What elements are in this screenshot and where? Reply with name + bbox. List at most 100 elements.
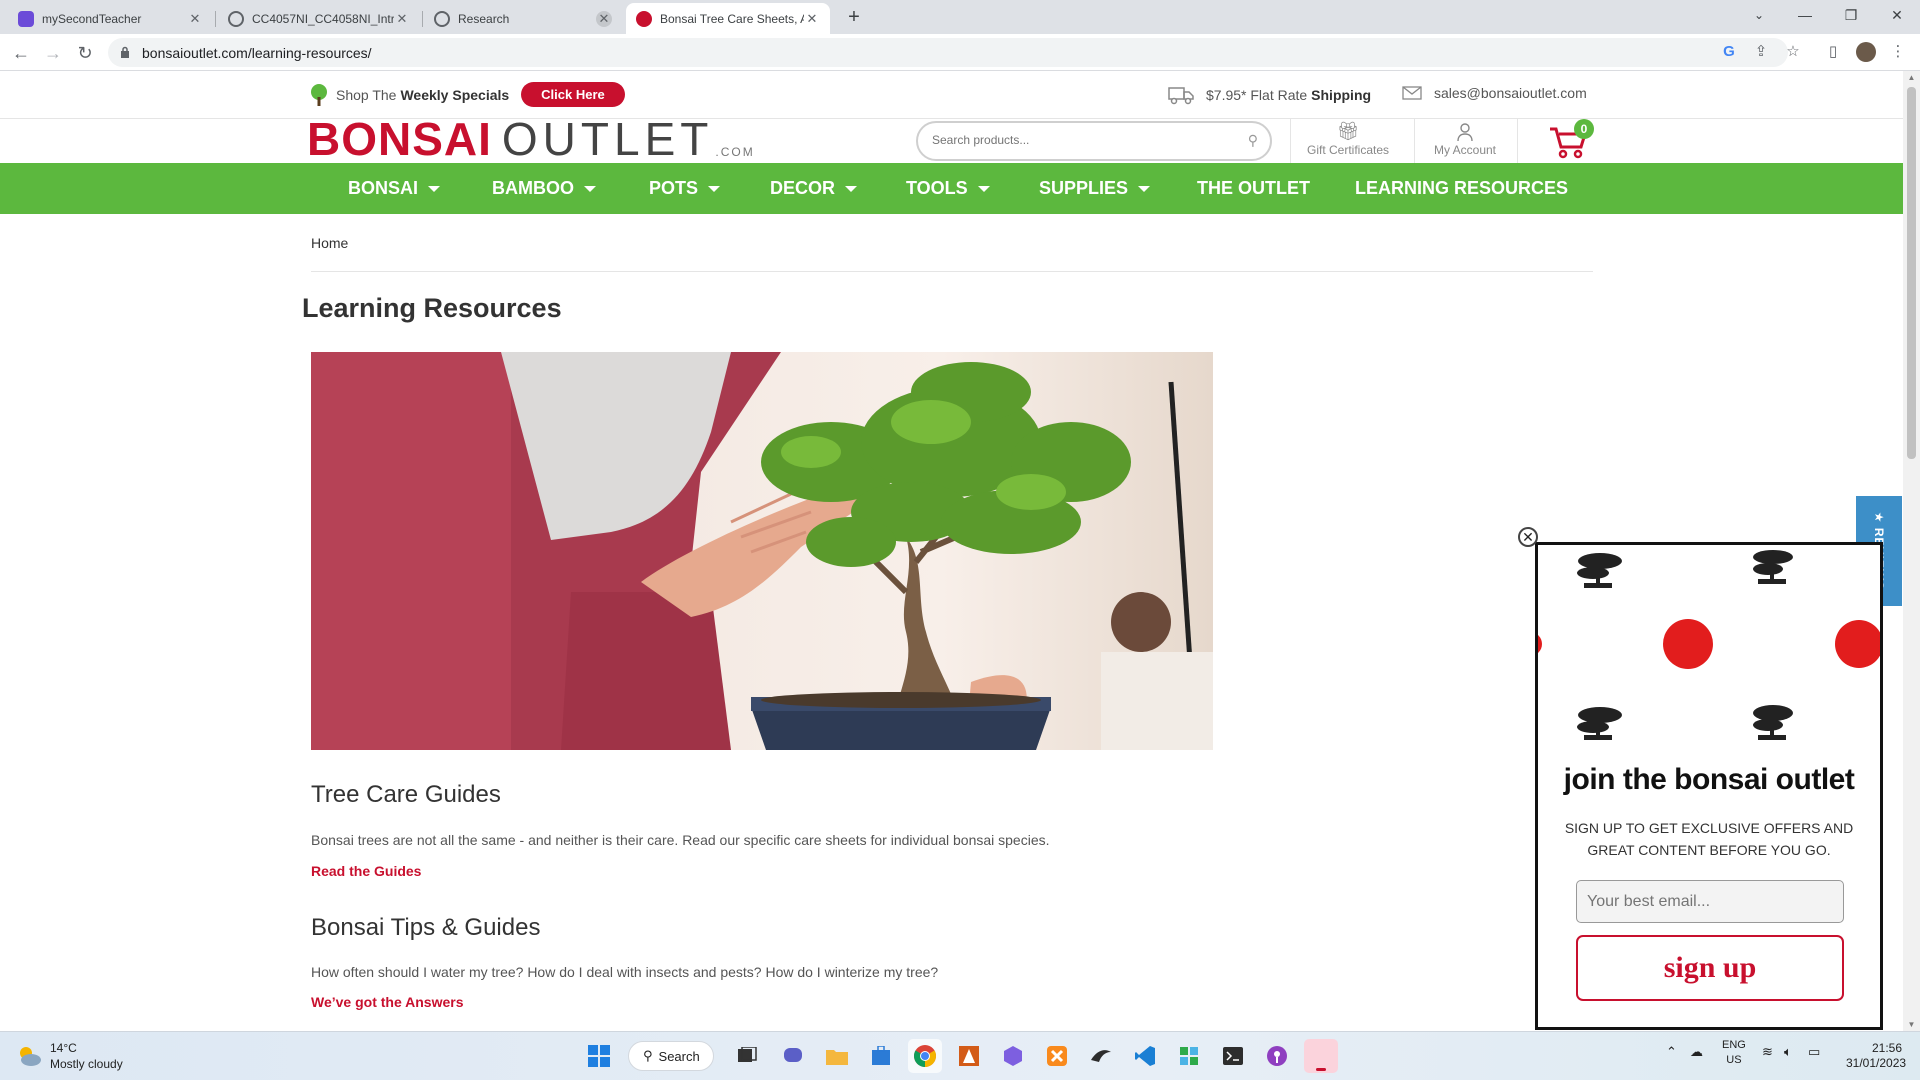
xampp-icon[interactable] xyxy=(1040,1039,1074,1073)
weekly-specials-promo: Shop The Weekly Specials Click Here xyxy=(308,82,625,107)
vscode-icon[interactable] xyxy=(1128,1039,1162,1073)
scrollbar-thumb[interactable] xyxy=(1907,87,1916,459)
back-arrow-icon[interactable]: ← xyxy=(8,40,34,66)
terminal-icon[interactable] xyxy=(1216,1039,1250,1073)
url-text: bonsaioutlet.com/learning-resources/ xyxy=(142,45,372,61)
gift-label: Gift Certificates xyxy=(1306,143,1390,157)
menu-kebab-icon[interactable]: ⋮ xyxy=(1888,42,1908,62)
reload-icon[interactable]: ↻ xyxy=(72,40,98,66)
answers-link[interactable]: We’ve got the Answers xyxy=(311,994,463,1010)
nav-item-the-outlet[interactable]: THE OUTLET xyxy=(1197,163,1310,214)
pinned-app-icon[interactable] xyxy=(1304,1039,1338,1073)
click-here-button[interactable]: Click Here xyxy=(521,82,625,107)
read-guides-link[interactable]: Read the Guides xyxy=(311,863,421,879)
tab-close-icon[interactable]: ✕ xyxy=(187,11,203,27)
system-clock[interactable]: 21:56 31/01/2023 xyxy=(1846,1041,1906,1071)
newsletter-popup: join the bonsai outlet SIGN UP TO GET EX… xyxy=(1535,542,1883,1030)
gift-certificates-link[interactable]: 🎁︎ Gift Certificates xyxy=(1300,121,1396,157)
clock-time: 21:56 xyxy=(1871,1041,1902,1055)
windows-start-icon[interactable] xyxy=(582,1039,616,1073)
search-icon[interactable]: ⚲ xyxy=(1248,132,1258,149)
browser-toolbar: ← → ↻ bonsaioutlet.com/learning-resource… xyxy=(0,34,1920,71)
lock-icon xyxy=(121,46,129,58)
tab-close-icon[interactable]: ✕ xyxy=(394,11,410,27)
tab-favicon-icon xyxy=(18,10,34,27)
tab-title: Bonsai Tree Care Sheets, A xyxy=(660,11,804,26)
promo-bold: Weekly Specials xyxy=(400,86,510,103)
dropdown-caret-icon xyxy=(845,186,858,193)
address-bar[interactable]: bonsaioutlet.com/learning-resources/ xyxy=(108,38,1788,67)
microsoft-store-icon[interactable] xyxy=(864,1039,898,1073)
weather-widget[interactable]: 14°C Mostly cloudy xyxy=(16,1040,123,1072)
breadcrumb[interactable]: Home xyxy=(311,235,348,251)
hero-image xyxy=(311,352,1213,750)
browser-tab[interactable]: Research ✕ xyxy=(424,3,622,34)
tab-title: mySecondTeacher xyxy=(42,11,142,26)
email-contact[interactable]: sales@bonsaioutlet.com xyxy=(1402,85,1587,101)
logo-com-text: .COM xyxy=(715,145,755,159)
popup-close-icon[interactable]: ✕ xyxy=(1518,527,1538,547)
bonsai-outlet-logo[interactable]: BONSAI OUTLET .COM xyxy=(307,116,755,162)
breadcrumb-home[interactable]: Home xyxy=(311,235,348,251)
new-tab-button[interactable]: + xyxy=(842,6,866,30)
browser-tab-active[interactable]: Bonsai Tree Care Sheets, A ✕ xyxy=(626,3,830,34)
volume-icon[interactable]: 🔈︎ xyxy=(1784,1044,1792,1060)
chrome-icon[interactable] xyxy=(908,1039,942,1073)
side-panel-icon[interactable]: ▯ xyxy=(1823,42,1843,62)
gift-icon: 🎁︎ xyxy=(1336,121,1360,141)
nav-label: SUPPLIES xyxy=(1039,178,1129,198)
office-app-icon[interactable] xyxy=(952,1039,986,1073)
dolphin-app-icon[interactable] xyxy=(1084,1039,1118,1073)
email-text: sales@bonsaioutlet.com xyxy=(1434,85,1587,101)
dropdown-caret-icon xyxy=(1138,186,1151,193)
task-view-icon[interactable] xyxy=(730,1039,764,1073)
onedrive-cloud-icon[interactable]: ☁ xyxy=(1690,1044,1703,1060)
scroll-up-icon[interactable]: ▲ xyxy=(1907,73,1916,82)
weather-status: Mostly cloudy xyxy=(50,1057,123,1071)
tab-search-chevron-icon[interactable]: ⌄ xyxy=(1736,0,1782,30)
battery-icon[interactable]: ▭ xyxy=(1808,1044,1820,1060)
taskbar-search-button[interactable]: ⚲ Search xyxy=(628,1041,714,1071)
popup-email-field[interactable] xyxy=(1576,880,1844,923)
podcast-app-icon[interactable] xyxy=(1260,1039,1294,1073)
language-indicator[interactable]: ENG US xyxy=(1722,1038,1746,1068)
lang-bottom: US xyxy=(1726,1054,1742,1066)
tab-separator xyxy=(422,11,423,27)
temperature: 14°C xyxy=(50,1041,77,1055)
header-divider xyxy=(1414,119,1415,163)
file-explorer-icon[interactable] xyxy=(820,1039,854,1073)
account-label: My Account xyxy=(1433,143,1497,157)
puzzle-app-icon[interactable] xyxy=(1172,1039,1206,1073)
nav-item-tools[interactable]: TOOLS xyxy=(906,163,990,214)
nav-item-learning-resources[interactable]: LEARNING RESOURCES xyxy=(1355,163,1568,214)
dropdown-caret-icon xyxy=(708,186,721,193)
nav-item-bamboo[interactable]: BAMBOO xyxy=(492,163,596,214)
red-sun-circle xyxy=(1835,620,1880,668)
header-divider xyxy=(1290,119,1291,163)
teams-chat-icon[interactable] xyxy=(776,1039,810,1073)
google-icon[interactable]: G xyxy=(1719,42,1739,62)
tab-close-icon[interactable]: ✕ xyxy=(804,11,820,27)
scroll-down-icon[interactable]: ▼ xyxy=(1907,1020,1916,1029)
nav-item-pots[interactable]: POTS xyxy=(649,163,721,214)
bookmark-star-icon[interactable]: ☆ xyxy=(1783,42,1803,62)
nav-item-supplies[interactable]: SUPPLIES xyxy=(1039,163,1151,214)
copilot-icon[interactable] xyxy=(996,1039,1030,1073)
popup-sign-up-button[interactable]: sign up xyxy=(1576,935,1844,1001)
browser-tab[interactable]: CC4057NI_CC4058NI_Intro ✕ xyxy=(218,3,420,34)
nav-item-bonsai[interactable]: BONSAI xyxy=(348,163,441,214)
minimize-button[interactable]: — xyxy=(1782,0,1828,30)
page-scrollbar[interactable]: ▲ ▼ xyxy=(1903,71,1920,1031)
profile-avatar[interactable] xyxy=(1856,42,1876,62)
tray-chevron-up-icon[interactable]: ⌃ xyxy=(1666,1044,1677,1060)
share-icon[interactable]: ⇪ xyxy=(1751,42,1771,62)
close-window-button[interactable]: ✕ xyxy=(1874,0,1920,30)
restore-button[interactable]: ❐ xyxy=(1828,0,1874,30)
my-account-link[interactable]: My Account xyxy=(1424,121,1506,157)
browser-tab[interactable]: mySecondTeacher ✕ xyxy=(8,3,213,34)
forward-arrow-icon[interactable]: → xyxy=(40,40,66,66)
search-input[interactable] xyxy=(932,133,1212,147)
wifi-icon[interactable]: ≋ xyxy=(1762,1044,1773,1060)
tab-close-icon[interactable]: ✕ xyxy=(596,10,612,27)
nav-item-decor[interactable]: DECOR xyxy=(770,163,858,214)
